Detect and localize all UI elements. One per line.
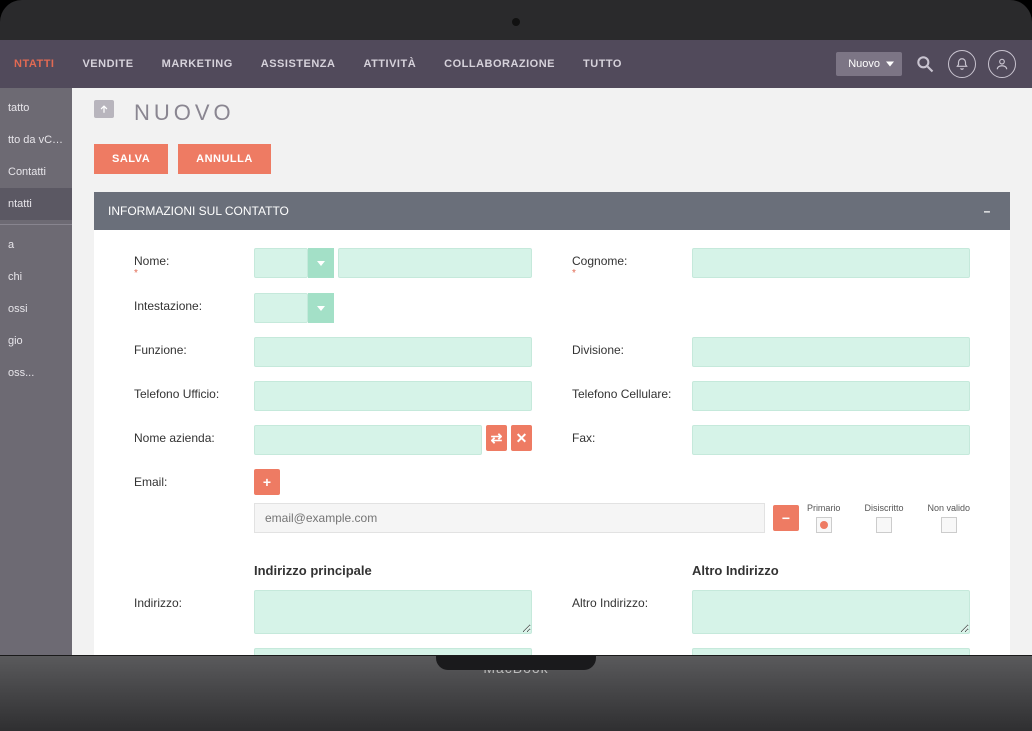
top-nav: NTATTI VENDITE MARKETING ASSISTENZA ATTI… bbox=[0, 40, 1032, 88]
comune-input[interactable] bbox=[254, 648, 532, 655]
intestazione-select[interactable] bbox=[254, 293, 308, 323]
label-altro-indirizzo: Altro Indirizzo: bbox=[572, 590, 692, 610]
user-icon[interactable] bbox=[988, 50, 1016, 78]
nav-collaborazione[interactable]: COLLABORAZIONE bbox=[430, 40, 569, 88]
sidebar-recent-2[interactable]: ossi bbox=[0, 293, 72, 325]
label-disiscritto: Disiscritto bbox=[864, 503, 903, 513]
comune-2-input[interactable] bbox=[692, 648, 970, 655]
nav-vendite[interactable]: VENDITE bbox=[68, 40, 147, 88]
laptop-base: MacBook bbox=[0, 655, 1032, 731]
save-button[interactable]: SALVA bbox=[94, 144, 168, 174]
label-divisione: Divisione: bbox=[572, 337, 692, 357]
checkbox-disiscritto[interactable] bbox=[876, 517, 892, 533]
label-email: Email: bbox=[134, 469, 254, 489]
label-tel-ufficio: Telefono Ufficio: bbox=[134, 381, 254, 401]
azienda-input[interactable] bbox=[254, 425, 482, 455]
tel-cellulare-input[interactable] bbox=[692, 381, 970, 411]
label-funzione: Funzione: bbox=[134, 337, 254, 357]
sidebar-recent-0[interactable]: a bbox=[0, 229, 72, 261]
search-icon[interactable] bbox=[914, 53, 936, 75]
sidebar-item-contatti[interactable]: Contatti bbox=[0, 156, 72, 188]
nav-attivita[interactable]: ATTIVITÀ bbox=[349, 40, 430, 88]
label-nonvalido: Non valido bbox=[927, 503, 970, 513]
fax-input[interactable] bbox=[692, 425, 970, 455]
label-intestazione: Intestazione: bbox=[134, 293, 254, 313]
new-dropdown-button[interactable]: Nuovo bbox=[836, 52, 902, 76]
remove-email-icon[interactable]: − bbox=[773, 505, 799, 531]
sidebar-item-tatto[interactable]: tatto bbox=[0, 92, 72, 124]
tel-ufficio-input[interactable] bbox=[254, 381, 532, 411]
notifications-icon[interactable] bbox=[948, 50, 976, 78]
nav-assistenza[interactable]: ASSISTENZA bbox=[247, 40, 350, 88]
sidebar: tatto tto da vCard Contatti ntatti a chi… bbox=[0, 88, 72, 655]
heading-indirizzo-principale: Indirizzo principale bbox=[254, 563, 532, 578]
panel-header: INFORMAZIONI SUL CONTATTO – bbox=[94, 192, 1010, 230]
radio-primario[interactable] bbox=[816, 517, 832, 533]
sidebar-recent-4[interactable]: oss... bbox=[0, 357, 72, 389]
sidebar-divider bbox=[0, 224, 72, 225]
email-input[interactable] bbox=[254, 503, 765, 533]
nome-input[interactable] bbox=[338, 248, 532, 278]
cancel-button[interactable]: ANNULLA bbox=[178, 144, 271, 174]
label-comune-2: Comune: bbox=[572, 648, 692, 655]
label-indirizzo: Indirizzo: bbox=[134, 590, 254, 610]
nav-marketing[interactable]: MARKETING bbox=[148, 40, 247, 88]
label-fax: Fax: bbox=[572, 425, 692, 445]
nav-contatti[interactable]: NTATTI bbox=[0, 40, 68, 88]
indirizzo-textarea[interactable] bbox=[254, 590, 532, 634]
funzione-input[interactable] bbox=[254, 337, 532, 367]
collapse-icon[interactable]: – bbox=[978, 202, 996, 220]
label-nome: Nome:* bbox=[134, 248, 254, 279]
azienda-clear-icon[interactable]: ✕ bbox=[511, 425, 532, 451]
camera-dot bbox=[512, 18, 520, 26]
add-email-icon[interactable]: + bbox=[254, 469, 280, 495]
sidebar-recent-1[interactable]: chi bbox=[0, 261, 72, 293]
checkbox-nonvalido[interactable] bbox=[941, 517, 957, 533]
altro-indirizzo-textarea[interactable] bbox=[692, 590, 970, 634]
main-content: NUOVO SALVA ANNULLA INFORMAZIONI SUL CON… bbox=[72, 88, 1032, 655]
page-title: NUOVO bbox=[134, 100, 1010, 126]
panel-title: INFORMAZIONI SUL CONTATTO bbox=[108, 204, 289, 218]
azienda-swap-icon[interactable]: ⇄ bbox=[486, 425, 507, 451]
sidebar-item-vcard[interactable]: tto da vCard bbox=[0, 124, 72, 156]
label-azienda: Nome azienda: bbox=[134, 425, 254, 445]
salutation-select[interactable] bbox=[254, 248, 308, 278]
nav-tutto[interactable]: TUTTO bbox=[569, 40, 636, 88]
sidebar-recent-3[interactable]: gio bbox=[0, 325, 72, 357]
label-tel-cellulare: Telefono Cellulare: bbox=[572, 381, 692, 401]
label-comune: Comune: bbox=[134, 648, 254, 655]
contact-info-panel: INFORMAZIONI SUL CONTATTO – Nome:* bbox=[94, 192, 1010, 655]
divisione-input[interactable] bbox=[692, 337, 970, 367]
heading-altro-indirizzo: Altro Indirizzo bbox=[692, 563, 970, 578]
salutation-dropdown-icon[interactable] bbox=[308, 248, 334, 278]
intestazione-dropdown-icon[interactable] bbox=[308, 293, 334, 323]
label-primario: Primario bbox=[807, 503, 841, 513]
sidebar-item-ntatti[interactable]: ntatti bbox=[0, 188, 72, 220]
cognome-input[interactable] bbox=[692, 248, 970, 278]
share-icon[interactable] bbox=[94, 100, 114, 118]
label-cognome: Cognome:* bbox=[572, 248, 692, 279]
